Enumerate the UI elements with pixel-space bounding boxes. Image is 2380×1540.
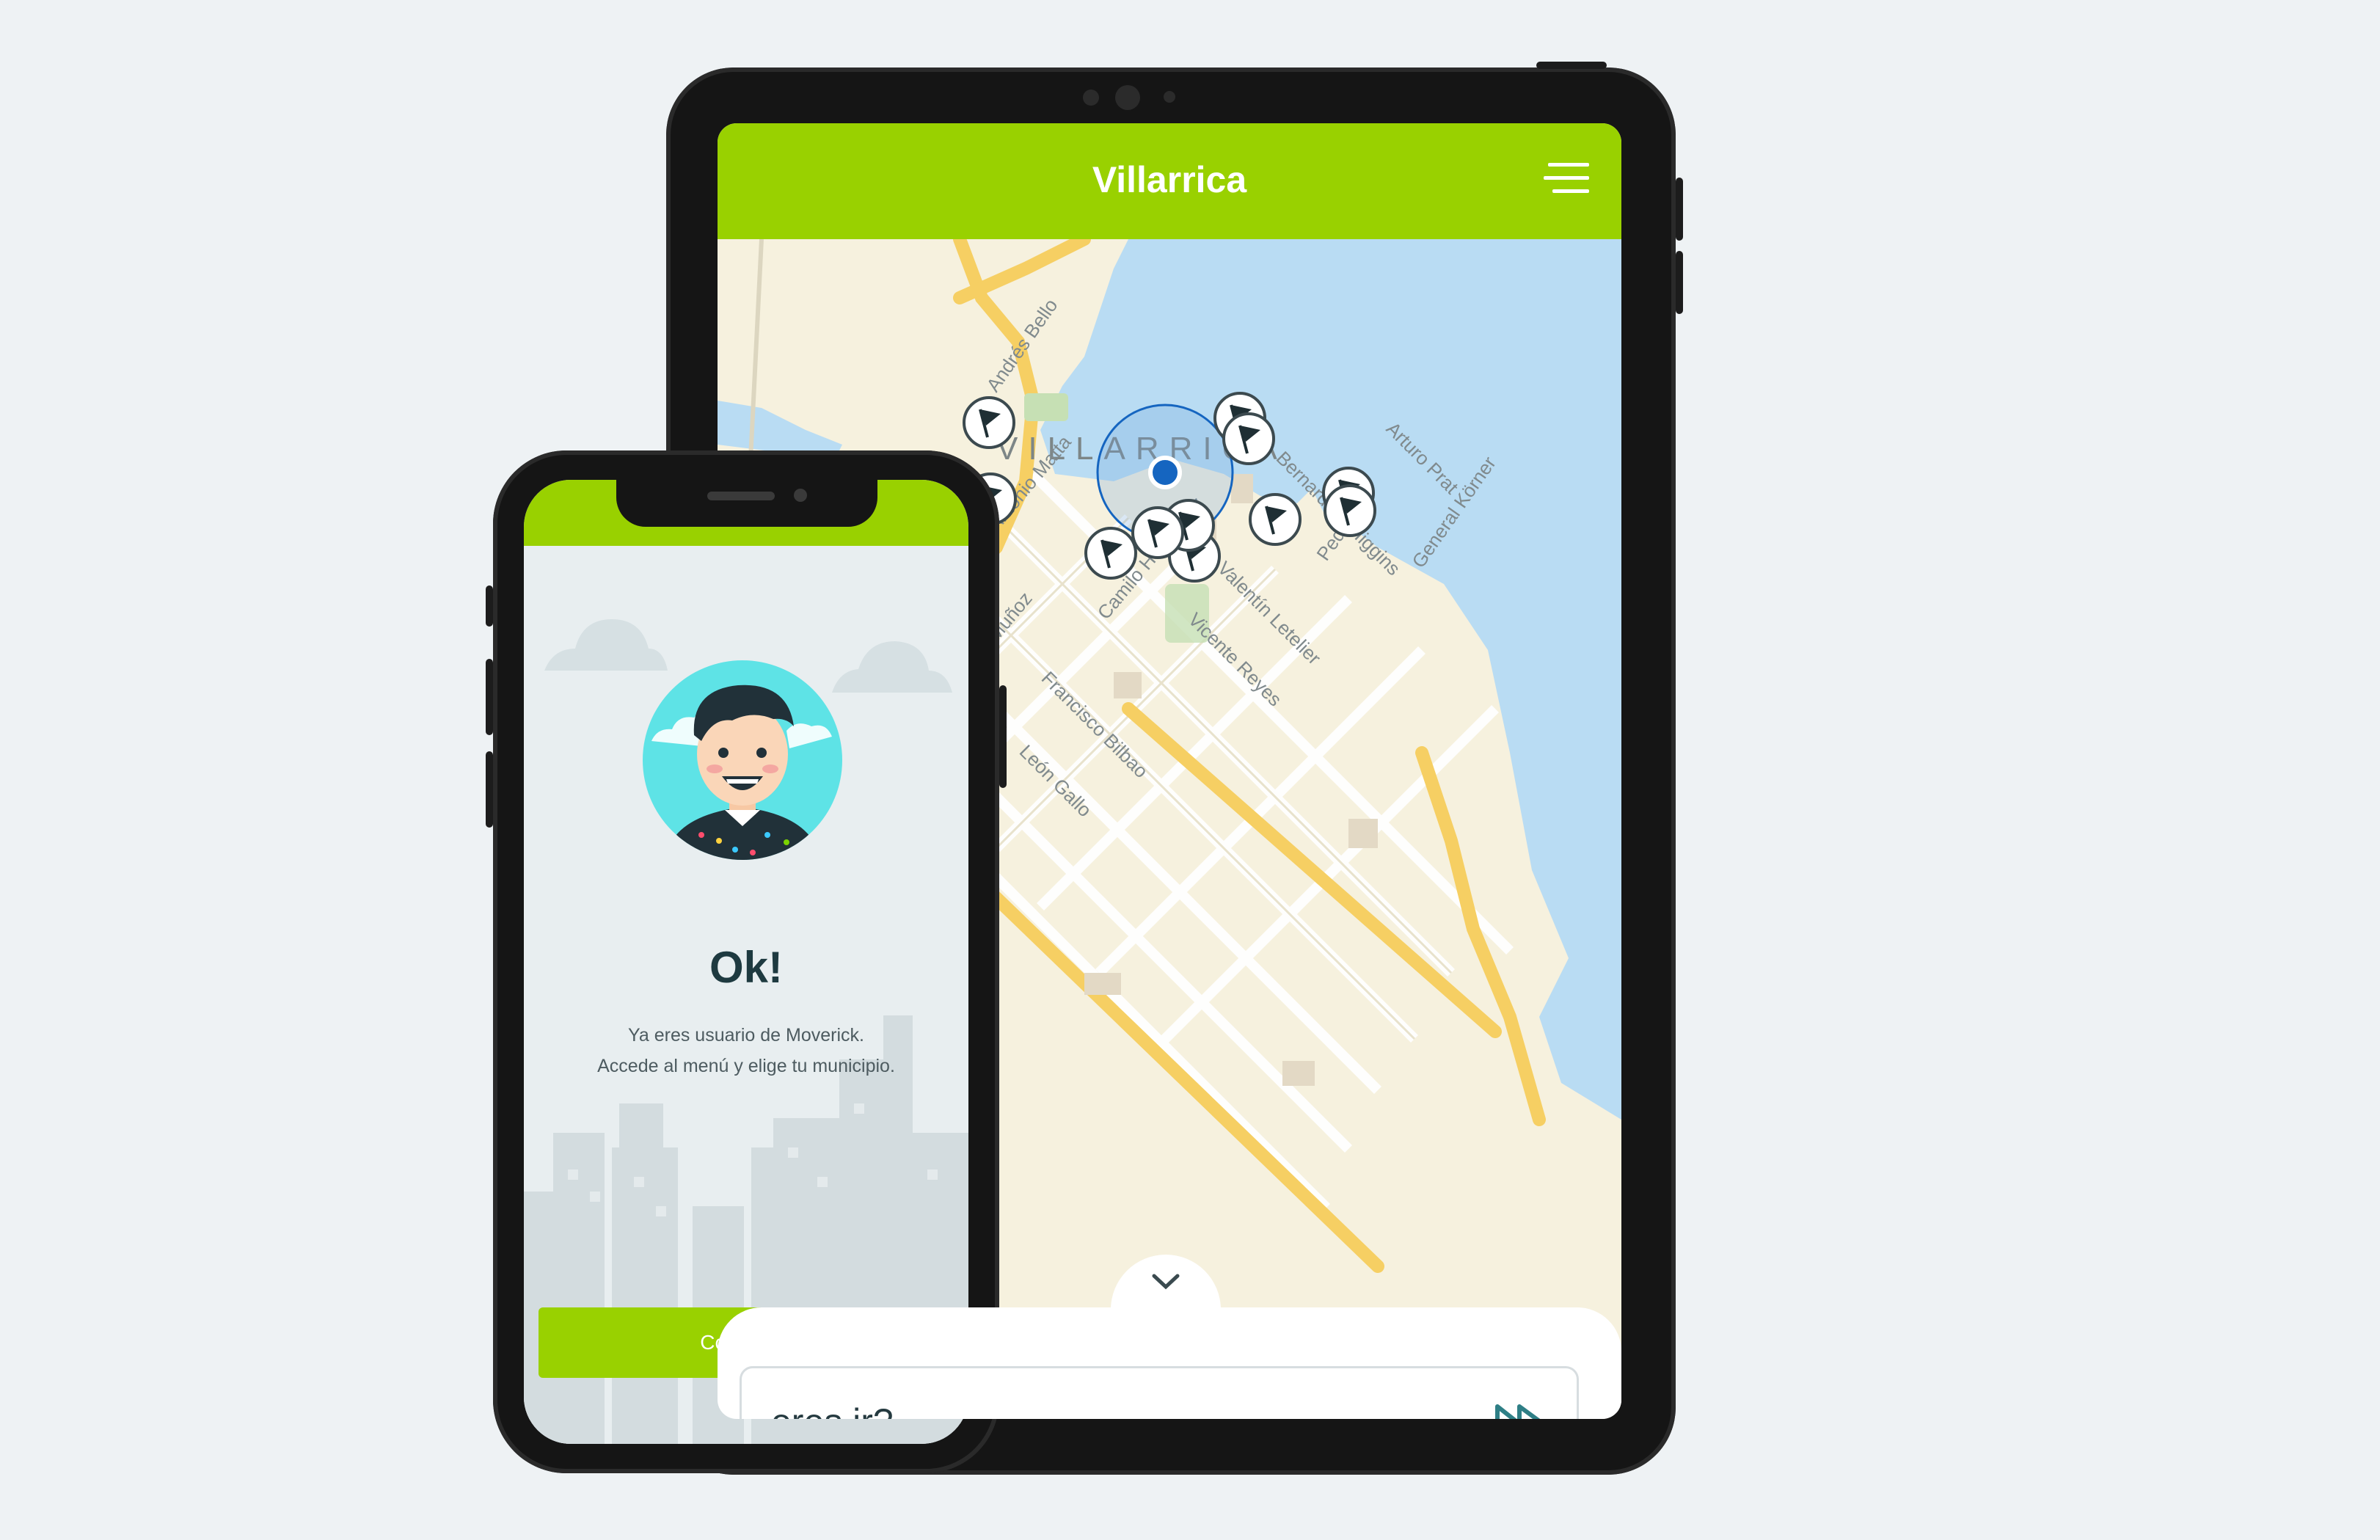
tablet-camera — [1115, 85, 1140, 110]
success-message: Ya eres usuario de Moverick. Accede al m… — [524, 1020, 968, 1081]
tablet-sensor — [1164, 91, 1175, 103]
tablet-power-button — [1536, 62, 1607, 69]
fast-forward-icon[interactable] — [1493, 1401, 1547, 1419]
phone-mute-switch — [486, 585, 493, 627]
search-panel: eres ir? — [718, 1255, 1621, 1419]
tablet-volume-button — [1676, 251, 1683, 314]
success-message-line: Accede al menú y elige tu municipio. — [597, 1056, 895, 1076]
app-header: Villarrica — [718, 123, 1621, 239]
flag-marker-icon[interactable] — [1084, 527, 1137, 580]
phone-volume-button — [486, 659, 493, 735]
tablet-sensor — [1083, 90, 1099, 106]
flag-marker-icon[interactable] — [1249, 493, 1302, 546]
user-avatar-illustration — [643, 660, 842, 860]
phone-power-button — [999, 685, 1007, 788]
tablet-volume-button — [1676, 178, 1683, 241]
flag-marker-icon[interactable] — [963, 396, 1015, 449]
search-input-text: eres ir? — [771, 1401, 894, 1419]
phone-camera — [794, 489, 807, 502]
phone-notch — [616, 480, 877, 527]
flag-marker-icon[interactable] — [1222, 412, 1275, 465]
success-heading: Ok! — [709, 943, 784, 992]
phone-volume-button — [486, 751, 493, 828]
success-message-line: Ya eres usuario de Moverick. — [628, 1025, 864, 1045]
phone-screen: Información — [524, 480, 968, 1444]
chevron-down-icon — [1152, 1274, 1180, 1290]
phone-speaker — [707, 492, 775, 500]
destination-search-input[interactable]: eres ir? — [740, 1366, 1579, 1419]
app-title: Villarrica — [1092, 159, 1247, 200]
hamburger-menu-icon[interactable] — [1541, 153, 1592, 204]
flag-marker-icon[interactable] — [1131, 506, 1184, 559]
flag-marker-icon[interactable] — [1324, 484, 1376, 537]
current-location-icon[interactable] — [1148, 456, 1182, 489]
